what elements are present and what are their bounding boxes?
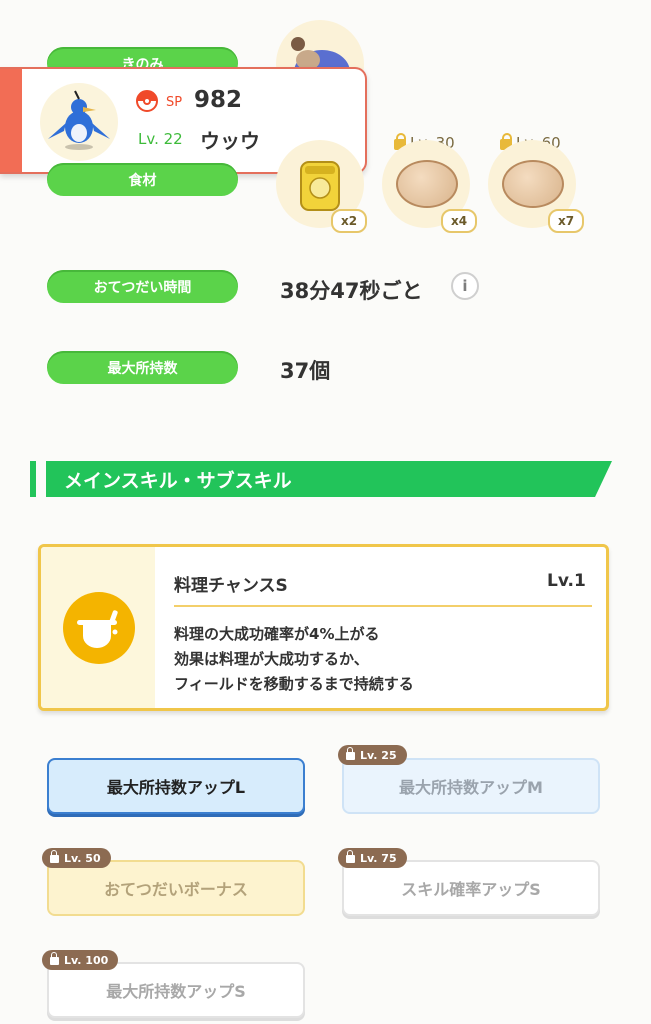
- main-skill-card[interactable]: 料理チャンスS Lv.1 料理の大成功確率が4%上がる 効果は料理が大成功するか…: [38, 544, 609, 711]
- pokeball-icon: [136, 90, 158, 112]
- cramorant-icon: [48, 90, 110, 150]
- main-skill-divider: [174, 605, 592, 607]
- help-time-label: おてつだい時間: [47, 270, 238, 303]
- sub-skill-3-label: おてつだいボーナス: [104, 880, 248, 899]
- sub-skill-2-lock-level: Lv. 25: [360, 748, 397, 762]
- sp-value: 982: [194, 87, 243, 113]
- ingredient-3-qty: x7: [548, 209, 585, 233]
- potato-icon: [502, 160, 564, 208]
- main-skill-desc-2: 効果は料理が大成功するか、: [174, 650, 369, 668]
- ingredients-label-text: 食材: [128, 172, 157, 189]
- max-carry-label: 最大所持数: [47, 351, 238, 384]
- sub-skill-2[interactable]: 最大所持数アップM: [342, 758, 600, 814]
- info-icon[interactable]: i: [451, 272, 479, 300]
- ingredient-1-qty: x2: [331, 209, 368, 233]
- pokemon-level: Lv. 22: [138, 130, 183, 148]
- sub-skill-3[interactable]: おてつだいボーナス: [47, 860, 305, 916]
- header-accent-strip: [0, 69, 22, 172]
- lock-icon: [346, 850, 355, 863]
- max-carry-label-text: 最大所持数: [107, 360, 178, 377]
- sub-skill-4-lock-level: Lv. 75: [360, 851, 397, 865]
- sub-skill-4-lock-tag: Lv. 75: [338, 848, 407, 868]
- max-carry-value: 37個: [280, 359, 331, 383]
- pokemon-avatar: [40, 83, 118, 161]
- sub-skill-4[interactable]: スキル確率アップS: [342, 860, 600, 916]
- sub-skill-1[interactable]: 最大所持数アップL: [47, 758, 305, 814]
- lock-icon: [50, 850, 59, 863]
- main-skill-desc-1: 料理の大成功確率が4%上がる: [174, 625, 380, 643]
- potato-icon: [396, 160, 458, 208]
- lock-icon: [50, 952, 59, 965]
- section-header: メインスキル・サブスキル: [46, 461, 612, 497]
- ingredients-label: 食材: [47, 163, 238, 196]
- sub-skill-4-label: スキル確率アップS: [401, 880, 541, 899]
- skill-icon-panel: [41, 547, 155, 708]
- help-time-label-text: おてつだい時間: [93, 279, 192, 296]
- sp-label: SP: [166, 95, 183, 110]
- pokemon-name: ウッウ: [200, 129, 260, 153]
- sub-skill-2-lock-tag: Lv. 25: [338, 745, 407, 765]
- section-title: メインスキル・サブスキル: [64, 469, 292, 492]
- sub-skill-2-label: 最大所持数アップM: [399, 778, 543, 797]
- sub-skill-3-lock-tag: Lv. 50: [42, 848, 111, 868]
- lock-icon: [346, 747, 355, 760]
- sub-skill-3-lock-level: Lv. 50: [64, 851, 101, 865]
- sub-skill-5-lock-tag: Lv. 100: [42, 950, 119, 970]
- main-skill-name: 料理チャンスS: [174, 576, 288, 596]
- main-skill-level: Lv.1: [547, 571, 586, 591]
- sub-skill-1-label: 最大所持数アップL: [106, 778, 246, 797]
- sub-skill-5-label: 最大所持数アップS: [106, 982, 246, 1001]
- section-accent-bar: [30, 461, 36, 497]
- sub-skill-5-lock-level: Lv. 100: [64, 953, 109, 967]
- sub-skill-5[interactable]: 最大所持数アップS: [47, 962, 305, 1018]
- main-skill-desc-3: フィールドを移動するまで持続する: [174, 675, 414, 693]
- cooking-pot-icon: [63, 592, 135, 664]
- ingredient-2-qty: x4: [441, 209, 478, 233]
- help-time-value: 38分47秒ごと: [280, 279, 423, 303]
